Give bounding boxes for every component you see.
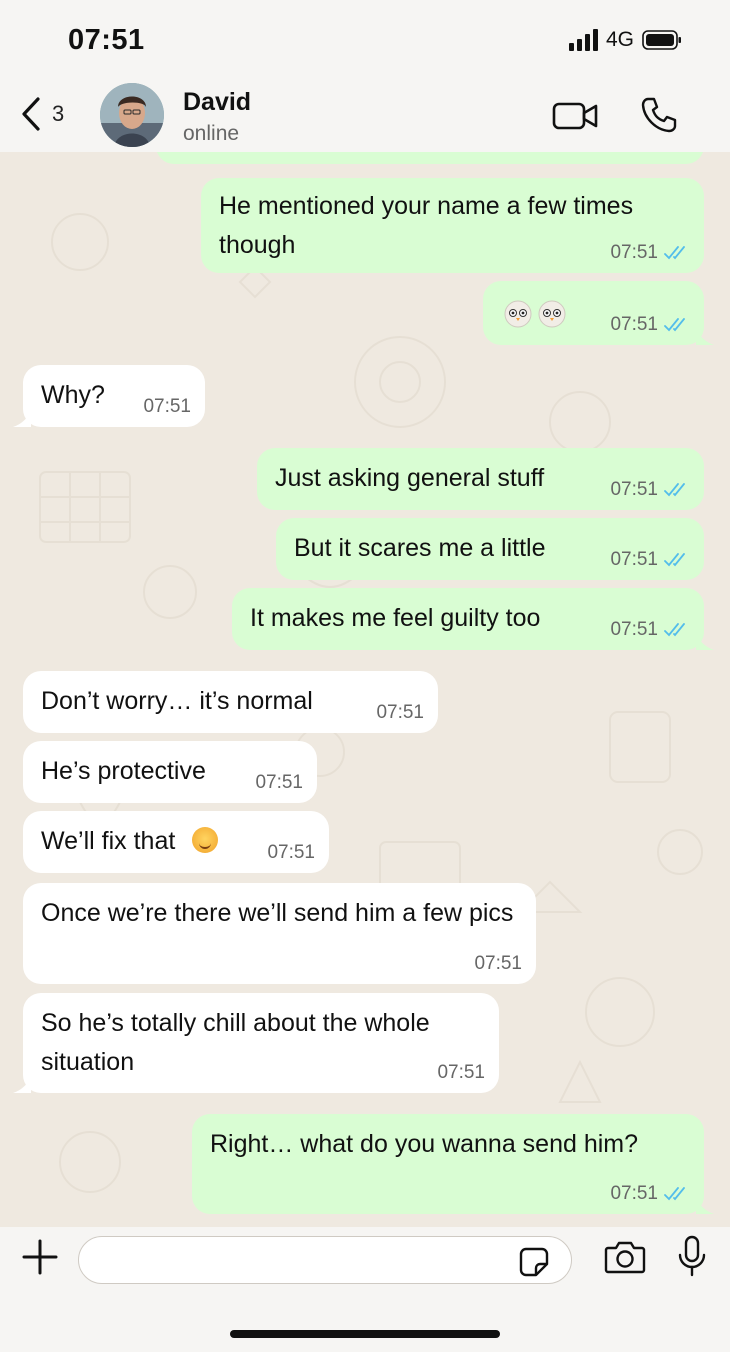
chat-area[interactable]: He mentioned your name a few times thoug…	[0, 152, 730, 1227]
message-text: Just asking general stuff	[275, 464, 545, 492]
message-meta: 07:51	[610, 1184, 690, 1204]
camera-button[interactable]	[604, 1239, 646, 1280]
message-text: So he’s totally chill about the whole si…	[41, 1009, 430, 1076]
attach-button[interactable]	[20, 1237, 60, 1282]
battery-icon	[642, 30, 681, 50]
video-call-button[interactable]	[552, 100, 600, 137]
status-bar: 07:51 4G	[0, 0, 730, 80]
message-time: 07:51	[437, 1062, 485, 1083]
message-time: 07:51	[610, 549, 658, 570]
message-meta: 07:51	[610, 480, 690, 500]
message-time: 07:51	[143, 396, 191, 417]
message-time: 07:51	[610, 242, 658, 263]
home-indicator[interactable]	[230, 1330, 500, 1338]
message-outgoing[interactable]: Just asking general stuff 07:51	[257, 448, 704, 510]
message-incoming[interactable]: Why? 07:51	[13, 365, 205, 427]
contact-status: online	[183, 122, 240, 145]
message-outgoing[interactable]: But it scares me a little 07:51	[276, 518, 704, 580]
message-time: 07:51	[610, 314, 658, 335]
message-meta: 07:51	[437, 1063, 485, 1083]
bubble-tail	[13, 411, 31, 427]
double-check-icon	[664, 623, 685, 637]
message-time: 07:51	[255, 772, 303, 793]
video-camera-icon	[552, 102, 598, 130]
message-incoming[interactable]: We’ll fix that 07:51	[23, 811, 329, 873]
message-incoming[interactable]: He’s protective 07:51	[23, 741, 317, 803]
bubble-tail	[696, 329, 714, 345]
message-time: 07:51	[610, 619, 658, 640]
message-meta: 07:51	[376, 703, 424, 723]
message-outgoing-stickers[interactable]: 07:51	[483, 281, 714, 345]
message-incoming[interactable]: Don’t worry… it’s normal 07:51	[23, 671, 438, 733]
message-meta: 07:51	[610, 315, 690, 335]
message-time: 07:51	[267, 842, 315, 863]
message-meta: 07:51	[610, 243, 690, 263]
message-text: Once we’re there we’ll send him a few pi…	[41, 899, 514, 927]
microphone-icon	[678, 1235, 706, 1277]
chevron-left-icon	[22, 97, 40, 131]
message-incoming[interactable]: So he’s totally chill about the whole si…	[13, 993, 499, 1093]
voice-call-button[interactable]	[640, 96, 678, 139]
message-input-bar	[0, 1227, 730, 1352]
message-text: He’s protective	[41, 757, 206, 785]
network-type: 4G	[605, 28, 634, 51]
unread-count: 3	[52, 101, 65, 126]
double-check-icon	[664, 246, 685, 260]
chat-header: 3 David online	[0, 80, 730, 154]
double-check-icon	[664, 483, 685, 497]
signal-icon	[568, 29, 598, 51]
message-time: 07:51	[376, 702, 424, 723]
phone-icon	[641, 97, 677, 133]
message-incoming[interactable]: Once we’re there we’ll send him a few pi…	[23, 883, 536, 984]
plus-icon	[22, 1239, 58, 1275]
message-outgoing[interactable]: He mentioned your name a few times thoug…	[201, 178, 704, 273]
message-text: Right… what do you wanna send him?	[210, 1130, 639, 1158]
message-text: He mentioned your name a few times thoug…	[219, 192, 634, 259]
message-meta: 07:51	[610, 620, 690, 640]
status-indicators: 4G	[568, 28, 682, 52]
avatar-photo	[100, 83, 164, 147]
double-check-icon	[664, 553, 685, 567]
avatar[interactable]	[100, 83, 164, 147]
bubble-tail	[696, 1198, 714, 1214]
message-time: 07:51	[474, 953, 522, 974]
message-outgoing[interactable]: Right… what do you wanna send him? 07:51	[192, 1114, 714, 1214]
message-text: It makes me feel guilty too	[250, 604, 541, 632]
message-time: 07:51	[610, 1183, 658, 1204]
double-check-icon	[664, 1187, 685, 1201]
message-meta: 07:51	[267, 843, 315, 863]
message-meta: 07:51	[610, 550, 690, 570]
message-time: 07:51	[610, 479, 658, 500]
message-text: Don’t worry… it’s normal	[41, 687, 313, 715]
status-time: 07:51	[68, 24, 145, 56]
smiling-face-emoji-icon	[192, 827, 219, 853]
message-meta: 07:51	[474, 954, 522, 974]
message-text: But it scares me a little	[294, 534, 546, 562]
bubble-tail	[13, 1077, 31, 1093]
camera-icon	[604, 1241, 646, 1274]
owl-sticker-icon	[504, 300, 566, 328]
message-bubble-partial	[156, 152, 704, 164]
sticker-icon	[519, 1247, 549, 1277]
message-outgoing[interactable]: It makes me feel guilty too 07:51	[232, 588, 714, 650]
message-text: We’ll fix that	[41, 827, 176, 855]
bubble-tail	[696, 634, 714, 650]
sticker-button[interactable]	[518, 1246, 550, 1283]
contact-name[interactable]: David	[183, 88, 251, 117]
message-input[interactable]	[78, 1236, 572, 1284]
back-button[interactable]: 3	[20, 96, 64, 132]
message-meta: 07:51	[143, 397, 191, 417]
double-check-icon	[664, 318, 685, 332]
message-meta: 07:51	[255, 773, 303, 793]
message-text: Why?	[41, 381, 105, 409]
microphone-button[interactable]	[677, 1235, 707, 1284]
